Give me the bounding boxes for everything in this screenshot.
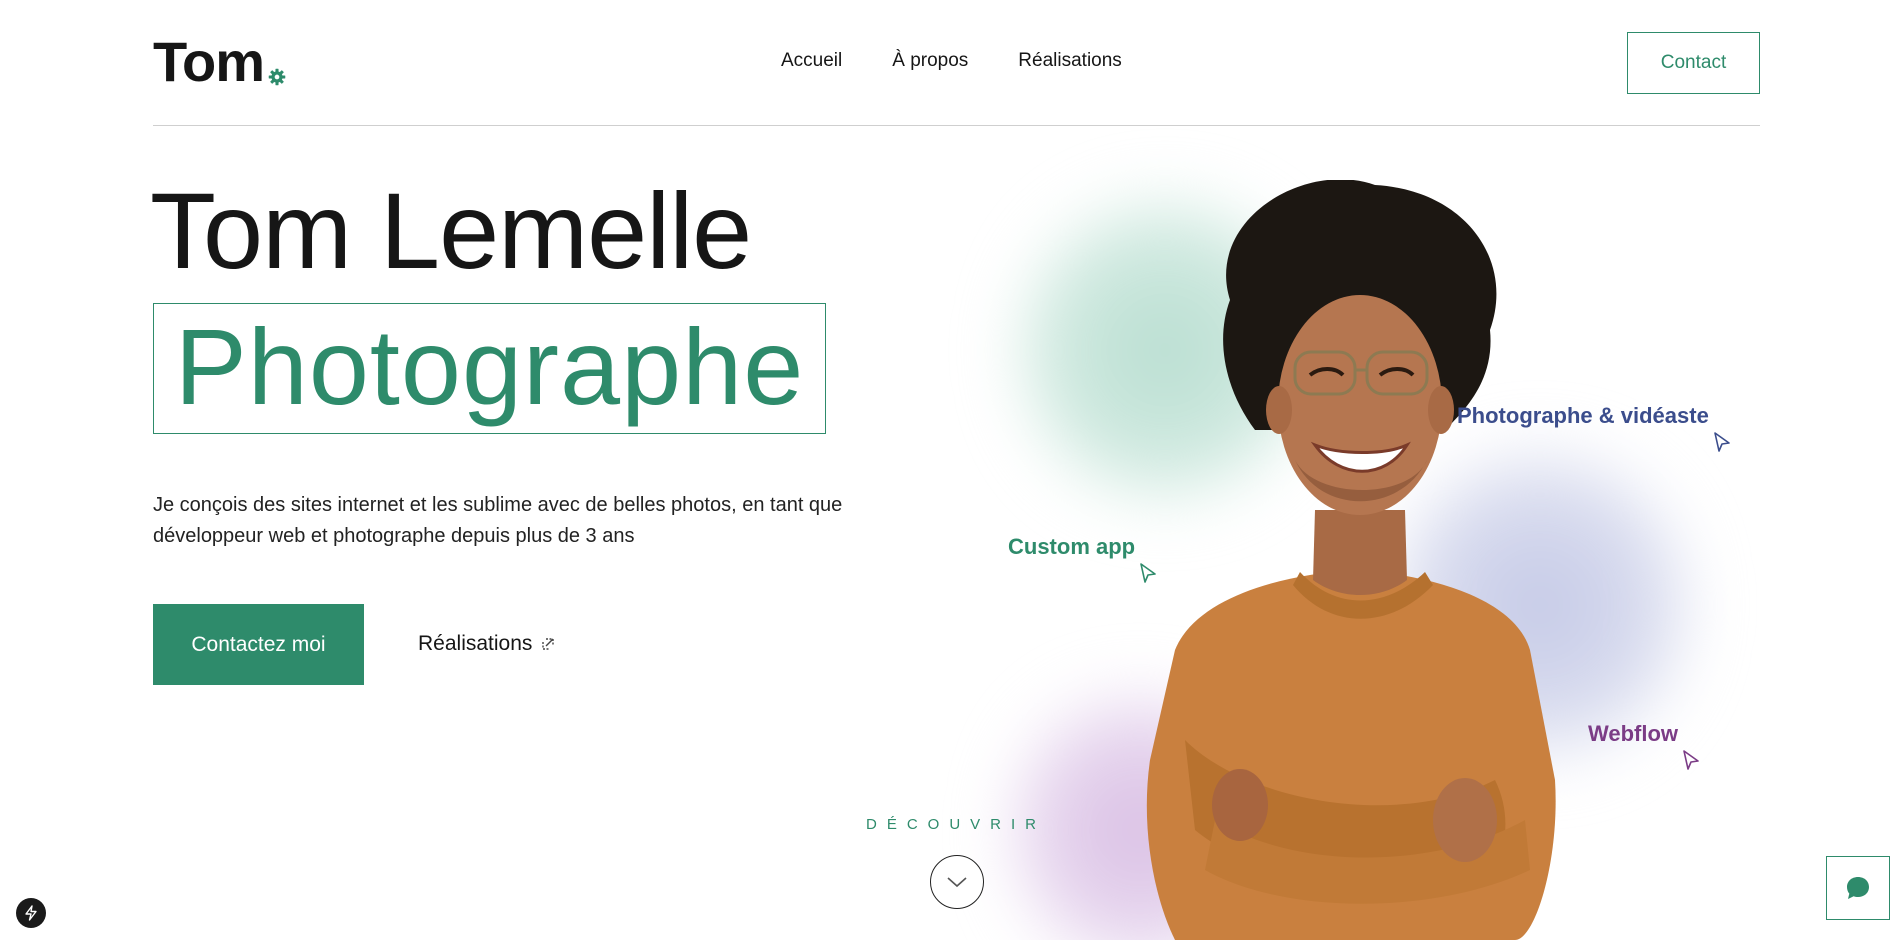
external-link-icon bbox=[542, 638, 555, 650]
chevron-down-icon bbox=[947, 877, 967, 888]
cursor-pointer-icon bbox=[1714, 432, 1730, 452]
logo-text: Tom bbox=[153, 30, 265, 93]
site-header: Tom Accueil À propos Réalisations Contac… bbox=[153, 0, 1760, 126]
hero-description: Je conçois des sites internet et les sub… bbox=[153, 494, 843, 547]
scroll-down-button[interactable] bbox=[930, 855, 984, 909]
hero-role-box: Photographe bbox=[153, 303, 826, 434]
nav-item-a-propos[interactable]: À propos bbox=[892, 50, 968, 72]
hero-name: Tom Lemelle bbox=[150, 170, 752, 291]
tag-webflow: Webflow bbox=[1588, 721, 1699, 771]
cursor-pointer-icon bbox=[1140, 563, 1156, 583]
portrait-image bbox=[1146, 180, 1556, 940]
realisations-link[interactable]: Réalisations bbox=[418, 632, 556, 656]
main-nav: Accueil À propos Réalisations bbox=[781, 50, 1122, 72]
page: Tom Accueil À propos Réalisations Contac… bbox=[0, 0, 1902, 940]
contact-button[interactable]: Contact bbox=[1627, 32, 1760, 94]
nav-item-accueil[interactable]: Accueil bbox=[781, 50, 842, 72]
chat-icon bbox=[1847, 877, 1869, 899]
lightning-icon bbox=[25, 905, 37, 921]
hero-role: Photographe bbox=[174, 305, 805, 427]
logo[interactable]: Tom bbox=[153, 34, 286, 90]
tag-webflow-label: Webflow bbox=[1588, 721, 1679, 746]
tag-custom-label: Custom app bbox=[1008, 534, 1136, 559]
discover-label: DÉCOUVRIR bbox=[866, 816, 1047, 833]
cursor-pointer-icon bbox=[1683, 750, 1699, 770]
realisations-link-label: Réalisations bbox=[418, 632, 533, 655]
tag-photographe-videaste: Photographe & vidéaste bbox=[1457, 403, 1730, 453]
tag-photo-label: Photographe & vidéaste bbox=[1457, 403, 1709, 428]
chat-widget-button[interactable] bbox=[1826, 856, 1890, 920]
lightning-badge[interactable] bbox=[16, 898, 46, 928]
contact-me-button[interactable]: Contactez moi bbox=[153, 604, 364, 685]
tag-custom-app: Custom app bbox=[1008, 534, 1156, 584]
gear-icon bbox=[268, 68, 286, 86]
nav-item-realisations[interactable]: Réalisations bbox=[1018, 50, 1122, 72]
